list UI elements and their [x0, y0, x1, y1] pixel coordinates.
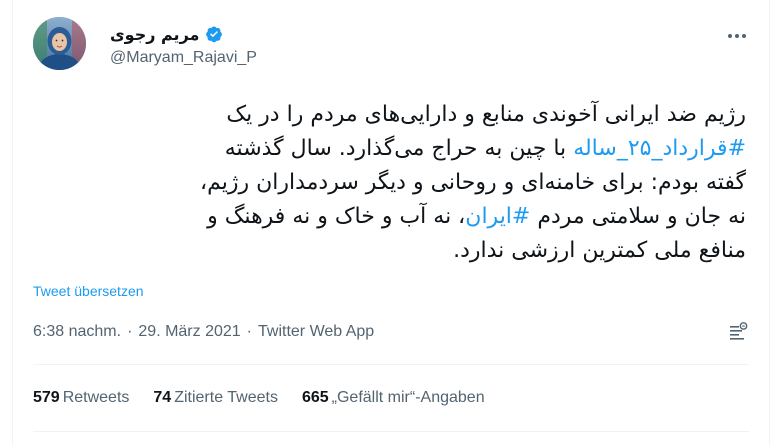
tweet-meta: 6:38 nachm. · 29. März 2021 · Twitter We… — [33, 317, 749, 347]
tweet-source[interactable]: Twitter Web App — [258, 323, 374, 341]
author-block: مریم رجوی @Maryam_Rajavi_P — [110, 22, 257, 67]
tweet-text-segment: گفته بودم: برای خامنه‌ای و روحانی و دیگر… — [199, 170, 746, 195]
author-name-row: مریم رجوی — [110, 22, 257, 46]
retweets-count: 579 — [33, 389, 60, 406]
author-handle[interactable]: @Maryam_Rajavi_P — [110, 49, 257, 67]
retweets-stat[interactable]: 579 Retweets — [33, 389, 129, 407]
tweet-text-segment: نه جان و سلامتی مردم — [530, 204, 746, 229]
tweet-header: مریم رجوی @Maryam_Rajavi_P — [13, 0, 769, 90]
tweet-text-segment: منافع ملی کمترین ارزشی ندارد. — [453, 238, 746, 263]
meta-separator: · — [127, 323, 133, 340]
translate-tweet-link[interactable]: Tweet übersetzen — [33, 283, 144, 299]
quote-tweets-stat[interactable]: 74 Zitierte Tweets — [153, 389, 278, 407]
likes-stat[interactable]: 665 „Gefällt mir“-Angaben — [302, 389, 485, 407]
divider — [33, 431, 749, 432]
tweet-text-segment: با چین به حراج می‌گذارد. سال گذشته — [224, 136, 574, 161]
likes-label: „Gefällt mir“-Angaben — [331, 389, 485, 406]
avatar[interactable] — [33, 17, 86, 70]
tweet-text-segment: رژیم ضد ایرانی آخوندی منابع و دارایی‌های… — [226, 102, 746, 127]
tweet-stats: 579 Retweets 74 Zitierte Tweets 665 „Gefäll… — [33, 383, 749, 413]
profile-photo-icon — [33, 17, 86, 70]
quote-tweets-label: Zitierte Tweets — [174, 389, 278, 406]
tweet-text-segment: ، نه آب و خاک و نه فرهنگ و — [207, 204, 466, 229]
meta-separator: · — [246, 323, 252, 340]
retweets-label: Retweets — [62, 389, 130, 406]
tweet-card: مریم رجوی @Maryam_Rajavi_P رژیم ضد ایران… — [12, 0, 770, 445]
divider — [33, 364, 749, 365]
tweet-text-line: گفته بودم: برای خامنه‌ای و روحانی و دیگر… — [33, 166, 746, 200]
likes-count: 665 — [301, 389, 329, 406]
hashtag-link[interactable]: #ایران — [465, 204, 530, 229]
quote-tweets-count: 74 — [153, 389, 172, 406]
tweet-date[interactable]: 29. März 2021 — [138, 323, 240, 341]
author-display-name[interactable]: مریم رجوی — [110, 25, 199, 44]
hashtag-link[interactable]: #قرارداد_۲۵_ساله — [573, 136, 746, 161]
more-options-icon[interactable] — [725, 24, 749, 48]
tweet-text: رژیم ضد ایرانی آخوندی منابع و دارایی‌های… — [33, 98, 746, 268]
analytics-icon[interactable] — [727, 321, 749, 343]
verified-badge-icon — [205, 25, 223, 43]
tweet-time[interactable]: 6:38 nachm. — [33, 323, 121, 341]
tweet-text-line: رژیم ضد ایرانی آخوندی منابع و دارایی‌های… — [33, 98, 746, 132]
tweet-text-line: نه جان و سلامتی مردم #ایران، نه آب و خاک… — [33, 200, 746, 234]
tweet-text-line: منافع ملی کمترین ارزشی ندارد. — [33, 234, 746, 268]
tweet-text-line: #قرارداد_۲۵_ساله با چین به حراج می‌گذارد… — [33, 132, 746, 166]
